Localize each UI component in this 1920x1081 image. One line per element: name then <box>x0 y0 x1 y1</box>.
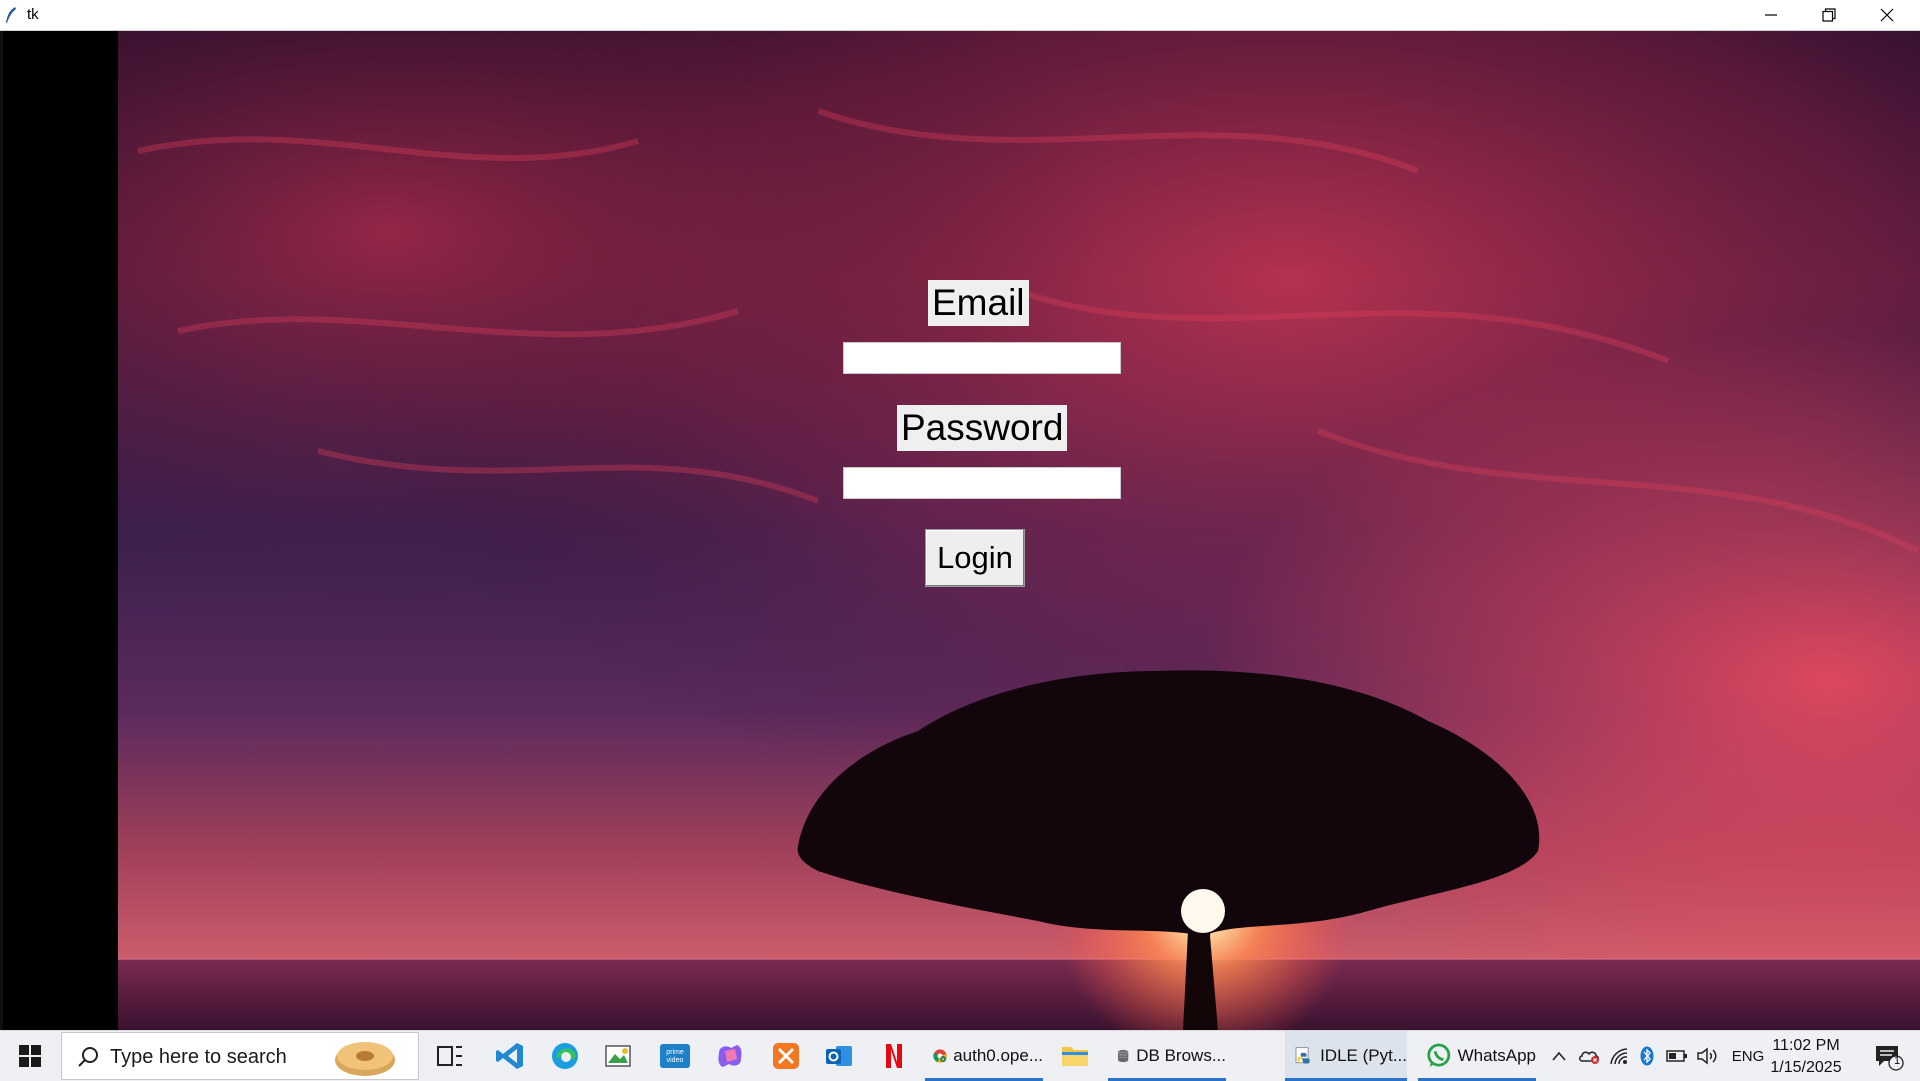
onedrive-tray[interactable] <box>1576 1031 1602 1081</box>
email-input[interactable] <box>843 342 1121 374</box>
image-editor-icon[interactable] <box>600 1038 636 1074</box>
cloud-error-icon <box>1579 1051 1599 1064</box>
taskbar-clock[interactable]: 11:02 PM 1/15/2025 <box>1756 1035 1856 1079</box>
bagel-doodle-icon[interactable] <box>332 1036 398 1078</box>
battery-tray[interactable] <box>1664 1031 1690 1081</box>
svg-text:prime: prime <box>666 1049 684 1056</box>
login-button[interactable]: Login <box>925 529 1025 587</box>
search-placeholder: Type here to search <box>110 1046 287 1068</box>
netflix-icon[interactable] <box>876 1038 912 1074</box>
outlook-icon[interactable] <box>821 1038 857 1074</box>
file-explorer-icon[interactable] <box>1057 1038 1093 1074</box>
chrome-profile-icon: R <box>933 1049 947 1063</box>
taskbar-app-whatsapp[interactable]: WhatsApp <box>1418 1031 1536 1081</box>
taskbar-search-box[interactable]: Type here to search <box>61 1032 419 1080</box>
taskbar-app-label: WhatsApp <box>1457 1046 1536 1065</box>
clock-date: 1/15/2025 <box>1770 1059 1842 1076</box>
task-view-icon[interactable] <box>432 1038 468 1074</box>
close-icon <box>1880 8 1894 22</box>
show-hidden-icons-button[interactable] <box>1547 1031 1571 1081</box>
database-icon <box>1117 1049 1129 1063</box>
start-button[interactable] <box>0 1031 60 1081</box>
windows-logo-icon <box>19 1045 41 1067</box>
python-idle-icon <box>1295 1047 1310 1064</box>
battery-icon <box>1666 1050 1687 1062</box>
clock-time: 11:02 PM <box>1772 1037 1840 1054</box>
bluetooth-icon <box>1640 1046 1654 1066</box>
vscode-icon[interactable] <box>492 1038 528 1074</box>
edge-icon[interactable] <box>547 1038 583 1074</box>
notification-count: 1 <box>1893 1055 1901 1067</box>
notification-center-button[interactable]: 1 <box>1874 1043 1904 1071</box>
window-title: tk <box>27 6 39 23</box>
speaker-icon <box>1697 1047 1717 1065</box>
minimize-button[interactable] <box>1742 0 1800 30</box>
whatsapp-icon <box>1427 1043 1451 1067</box>
search-icon <box>78 1047 98 1067</box>
xampp-icon[interactable] <box>768 1038 804 1074</box>
taskbar-app-db-browser[interactable]: DB Brows... <box>1108 1031 1226 1081</box>
close-button[interactable] <box>1858 0 1916 30</box>
network-tray[interactable] <box>1606 1031 1632 1081</box>
tk-feather-icon <box>6 7 16 23</box>
taskbar-app-label: IDLE (Pyt... <box>1320 1046 1407 1065</box>
restore-icon <box>1822 8 1836 22</box>
password-input[interactable] <box>843 467 1121 499</box>
chevron-up-icon <box>1552 1051 1566 1061</box>
restore-button[interactable] <box>1800 0 1858 30</box>
window-client-area: Email Password Login <box>0 31 1920 1030</box>
volume-tray[interactable] <box>1694 1031 1720 1081</box>
minimize-icon <box>1765 14 1777 16</box>
copilot-icon[interactable] <box>712 1038 748 1074</box>
wifi-icon <box>1610 1048 1628 1065</box>
left-black-strip <box>0 31 121 1030</box>
taskbar: Type here to search prime video R auth0.o… <box>0 1030 1920 1081</box>
svg-text:video: video <box>667 1057 684 1064</box>
svg-text:R: R <box>942 1057 945 1062</box>
window-titlebar: tk <box>0 0 1920 31</box>
taskbar-app-chrome[interactable]: R auth0.ope... <box>925 1031 1043 1081</box>
password-label: Password <box>897 405 1068 451</box>
prime-video-icon[interactable]: prime video <box>657 1038 693 1074</box>
bluetooth-tray[interactable] <box>1636 1031 1658 1081</box>
email-label: Email <box>928 280 1029 326</box>
taskbar-app-idle[interactable]: IDLE (Pyt... <box>1285 1031 1407 1081</box>
taskbar-app-label: DB Brows... <box>1136 1046 1226 1065</box>
taskbar-app-label: auth0.ope... <box>953 1046 1043 1065</box>
